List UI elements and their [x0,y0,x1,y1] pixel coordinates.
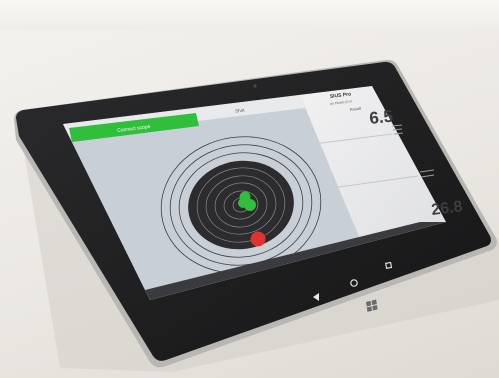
score-value: 6.5 [368,107,393,128]
shot-marker-red [250,231,266,247]
shot-marker-green [238,198,248,208]
camera-icon [253,84,257,88]
photo-scene: Connect scope Shot SIUS Pro Air Pistol 1… [14,59,499,372]
